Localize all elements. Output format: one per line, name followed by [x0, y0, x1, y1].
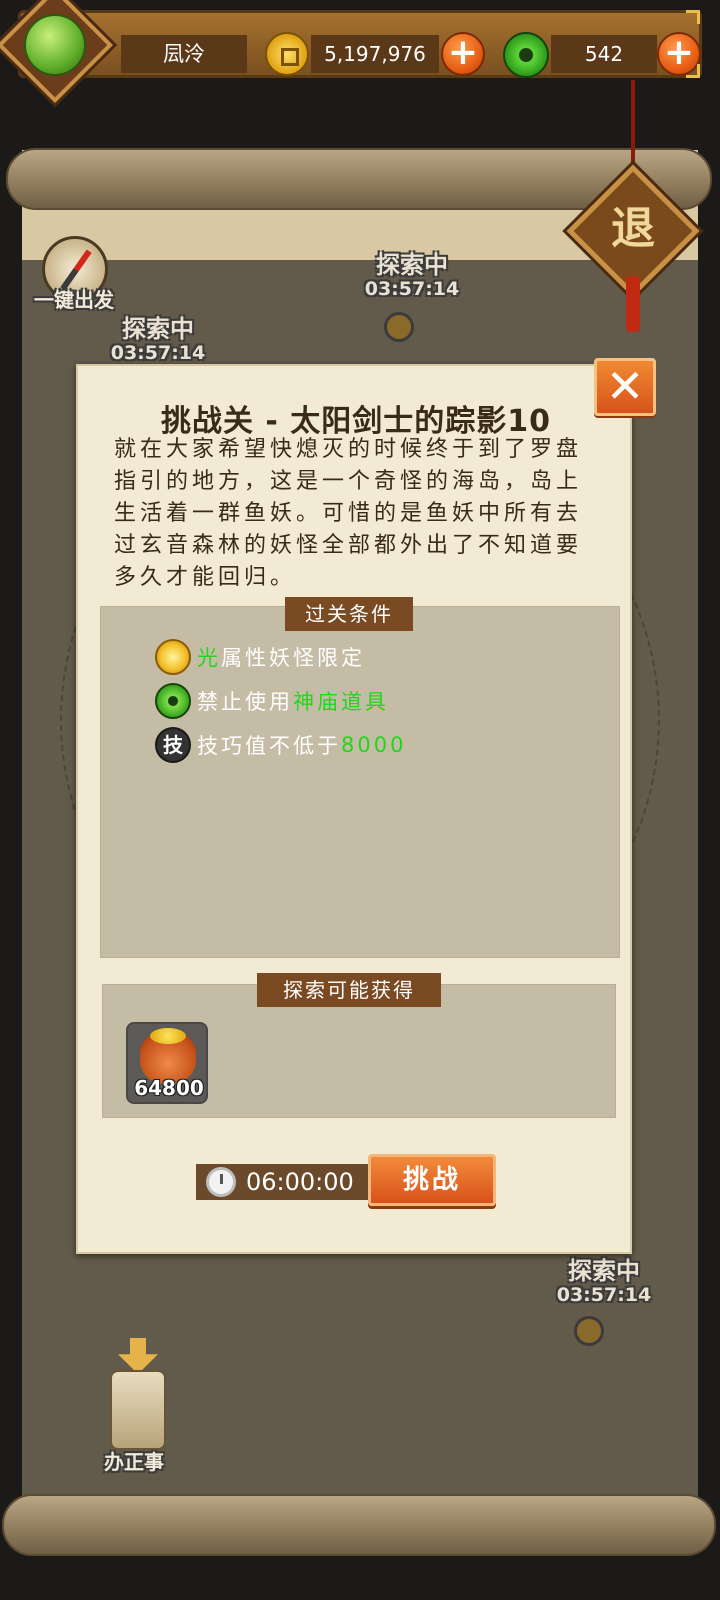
top-resource-bar: 凨泠 5,197,976 + 542 + — [18, 10, 702, 78]
condition-text: 属性妖怪限定 — [221, 646, 365, 670]
challenge-button[interactable]: 挑战 — [368, 1154, 496, 1206]
dialog-description: 就在大家希望快熄灭的时候终于到了罗盘指引的地方，这是一个奇怪的海岛，岛上生活着一… — [114, 437, 583, 590]
explore-status-time: 03:57:14 — [556, 1284, 652, 1306]
timer-value: 06:00:00 — [246, 1168, 354, 1196]
jade-count: 542 — [551, 35, 657, 73]
reward-count: 64800 — [134, 1076, 204, 1100]
skill-icon: 技 — [155, 727, 191, 763]
timer-box: 06:00:00 — [196, 1164, 368, 1200]
scroll-bottom-rod — [2, 1494, 716, 1556]
condition-row: 技 技巧值不低于 8000 — [155, 727, 406, 763]
coin-count: 5,197,976 — [311, 35, 439, 73]
map-node-icon[interactable] — [384, 312, 414, 342]
conditions-title: 过关条件 — [285, 597, 413, 631]
stopwatch-icon — [206, 1167, 236, 1197]
coin-icon — [265, 32, 309, 76]
explore-status-time: 03:57:14 — [364, 278, 460, 300]
explore-status-tag[interactable]: 探索中 03:57:14 — [364, 252, 460, 300]
explore-status-label: 探索中 — [376, 251, 448, 279]
condition-row: 禁止使用 神庙道具 — [155, 683, 389, 719]
close-button[interactable]: ✕ — [594, 358, 656, 416]
challenge-dialog: 挑战关 - 太阳剑士的踪影10 就在大家希望快熄灭的时候终于到了罗盘指引的地方，… — [76, 364, 632, 1254]
sun-icon — [155, 639, 191, 675]
avatar[interactable] — [24, 14, 86, 76]
explore-status-time: 03:57:14 — [110, 342, 206, 364]
retreat-tassel — [626, 276, 640, 332]
quick-dispatch-label[interactable]: 一键出发 — [34, 284, 114, 313]
task-figure-icon[interactable] — [110, 1370, 166, 1450]
map-node-icon[interactable] — [574, 1316, 604, 1346]
jade-icon — [503, 32, 549, 78]
explore-status-tag[interactable]: 探索中 03:57:14 — [556, 1258, 652, 1306]
task-label[interactable]: 办正事 — [104, 1446, 164, 1475]
explore-status-label: 探索中 — [568, 1257, 640, 1285]
corner-ornament — [686, 10, 700, 24]
condition-text: 禁止使用 — [197, 690, 293, 714]
reward-item[interactable]: 64800 — [126, 1022, 208, 1104]
jade-icon — [155, 683, 191, 719]
player-name[interactable]: 凨泠 — [121, 35, 247, 73]
corner-ornament — [686, 64, 700, 78]
conditions-panel: 过关条件 光 属性妖怪限定 禁止使用 神庙道具 技 技巧值不低于 8000 — [100, 597, 620, 958]
condition-highlight: 光 — [197, 646, 221, 670]
condition-text: 技巧值不低于 — [197, 734, 341, 758]
condition-highlight: 神庙道具 — [293, 690, 389, 714]
explore-status-label: 探索中 — [122, 315, 194, 343]
condition-row: 光 属性妖怪限定 — [155, 639, 365, 675]
condition-highlight: 8000 — [341, 733, 407, 757]
explore-status-tag[interactable]: 探索中 03:57:14 — [110, 316, 206, 364]
rewards-title: 探索可能获得 — [257, 973, 441, 1007]
retreat-label[interactable]: 退 — [600, 196, 666, 262]
add-coins-button[interactable]: + — [441, 32, 485, 76]
